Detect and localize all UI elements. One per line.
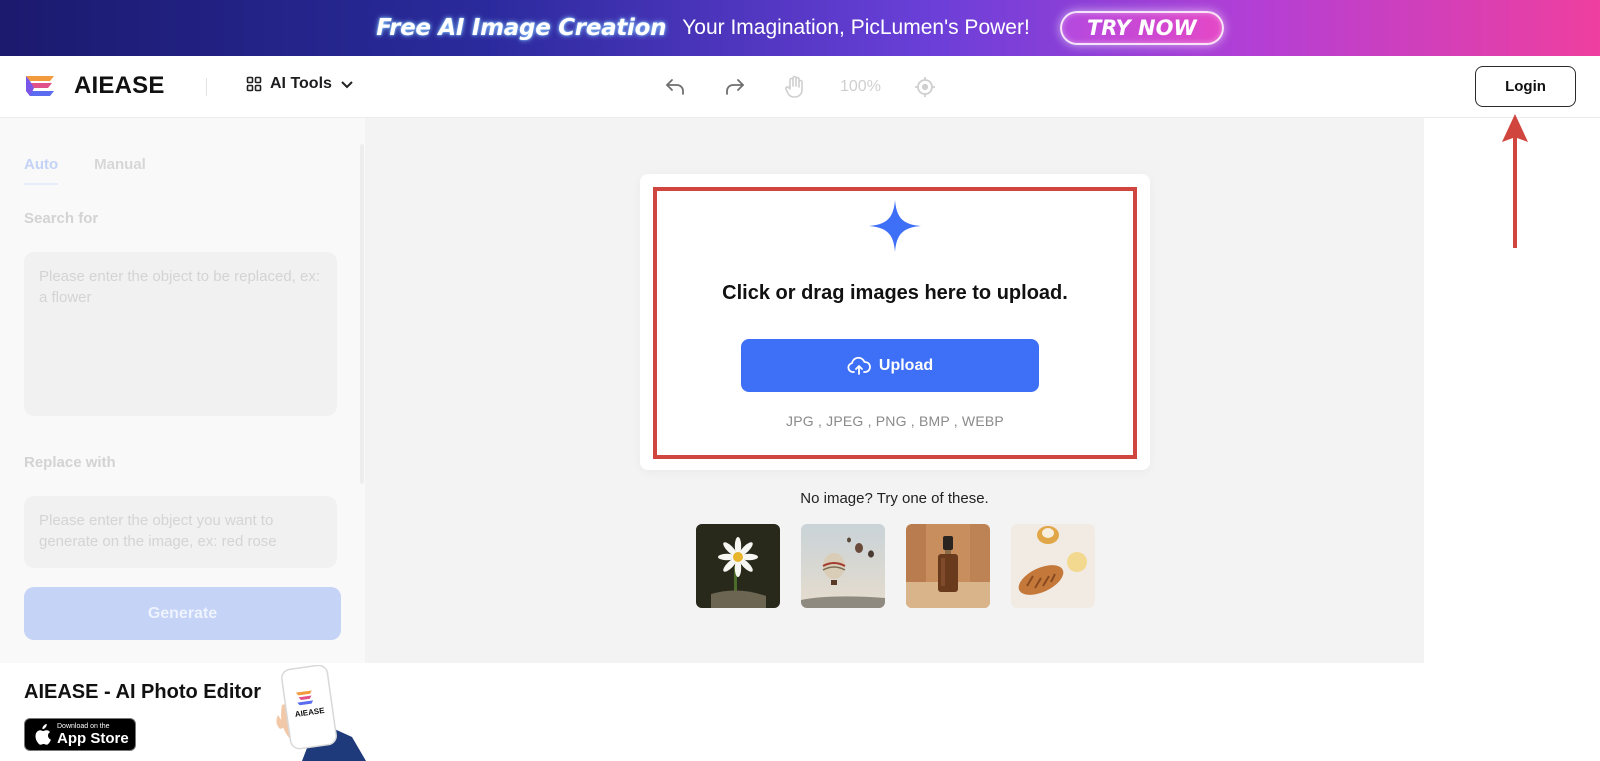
serum-thumbnail — [906, 524, 990, 608]
tab-manual[interactable]: Manual — [94, 156, 146, 185]
search-for-label: Search for — [24, 210, 99, 227]
mode-tabs: Auto Manual — [24, 156, 146, 185]
sparkle-icon — [869, 200, 921, 252]
redo-icon — [726, 79, 744, 95]
promo-title: Free AI Image Creation — [376, 15, 667, 41]
upload-prompt: Click or drag images here to upload. — [722, 282, 1068, 304]
login-button[interactable]: Login — [1475, 66, 1576, 107]
bread-thumbnail — [1011, 524, 1095, 608]
redo-button[interactable] — [720, 72, 750, 102]
canvas-area: Click or drag images here to upload. Upl… — [365, 118, 1424, 663]
undo-icon — [666, 79, 684, 95]
generate-button[interactable]: Generate — [24, 587, 341, 640]
daisy-thumbnail — [696, 524, 780, 608]
sample-images — [696, 524, 1095, 608]
app-promo-title: AIEASE - AI Photo Editor — [24, 681, 262, 703]
promo-banner[interactable]: Free AI Image Creation Your Imagination,… — [0, 0, 1600, 56]
app-store-badge[interactable]: Download on the App Store — [24, 718, 136, 751]
phone-hand-illustration: AIEASE — [276, 665, 366, 761]
panel-scrollbar[interactable] — [360, 144, 364, 484]
app-store-text: Download on the App Store — [57, 723, 129, 746]
hand-icon — [785, 75, 803, 98]
arrow-up-annotation-icon — [1502, 114, 1528, 248]
upload-dropzone[interactable]: Click or drag images here to upload. Upl… — [640, 174, 1150, 470]
promo-subtitle: Your Imagination, PicLumen's Power! — [682, 16, 1030, 39]
app-store-big-text: App Store — [57, 730, 129, 747]
top-bar: AIEASE AI Tools 100% Login — [0, 56, 1600, 118]
logo[interactable]: AIEASE — [24, 72, 165, 100]
search-for-input[interactable]: Please enter the object to be replaced, … — [24, 252, 337, 416]
sample-balloons[interactable] — [801, 524, 885, 608]
try-now-button[interactable]: TRY NOW — [1059, 11, 1224, 45]
aiease-logo-icon — [26, 76, 54, 96]
sample-serum-bottle[interactable] — [906, 524, 990, 608]
sample-prompt: No image? Try one of these. — [800, 490, 989, 507]
ai-tools-menu[interactable]: AI Tools — [246, 75, 354, 93]
crosshair-icon — [915, 77, 935, 97]
logo-text: AIEASE — [74, 72, 165, 99]
replace-with-label: Replace with — [24, 454, 116, 471]
upload-button-label: Upload — [878, 356, 934, 374]
recenter-button[interactable] — [910, 72, 940, 102]
zoom-level: 100% — [840, 78, 881, 95]
sample-bread[interactable] — [1011, 524, 1095, 608]
header-divider — [206, 78, 207, 96]
sample-daisy[interactable] — [696, 524, 780, 608]
balloons-thumbnail — [801, 524, 885, 608]
left-panel: Auto Manual Search for Please enter the … — [0, 118, 365, 663]
pan-button[interactable] — [780, 72, 810, 102]
supported-formats: JPG , JPEG , PNG , BMP , WEBP — [786, 413, 1004, 429]
undo-button[interactable] — [660, 72, 690, 102]
cloud-upload-icon — [847, 356, 871, 375]
replace-with-input[interactable]: Please enter the object you want to gene… — [24, 496, 337, 568]
canvas-toolbar: 100% — [660, 72, 940, 102]
apple-icon — [35, 723, 51, 745]
upload-button[interactable]: Upload — [741, 339, 1039, 392]
grid-icon — [246, 76, 262, 92]
chevron-down-icon — [341, 81, 353, 89]
tab-auto[interactable]: Auto — [24, 156, 59, 185]
ai-tools-label: AI Tools — [270, 75, 332, 92]
